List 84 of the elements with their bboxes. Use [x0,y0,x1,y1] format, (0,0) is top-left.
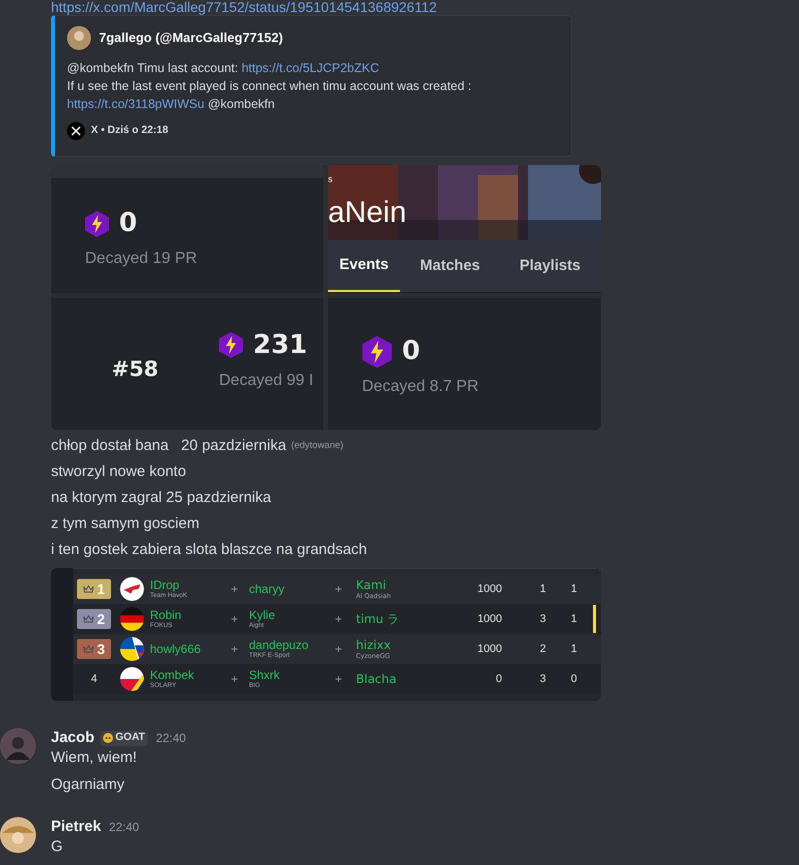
tweet-link[interactable]: https://t.co/3118pWIWSu [67,97,204,111]
tweet-text-line: https://t.co/3118pWIWSu @kombekfn [67,96,276,113]
decayed-label: Decayed 19 PR [85,249,198,269]
player-name[interactable]: howly666 [150,643,231,655]
player-name[interactable]: Kami [356,578,456,591]
points-cell-text: 1000 [476,582,502,597]
crown-icon [83,615,94,623]
player-name[interactable]: Robin [150,608,231,621]
crown-icon [83,645,94,653]
edited-label: (edytowane) [291,438,344,453]
tweet-text-line: @kombekfn Timu last account: https://t.co/5LJCP2bZKC [67,60,380,77]
message-text: z tym samym gosciem [51,514,200,534]
decayed-label: Decayed 8.7 PR [362,377,480,397]
plus-sign: + [231,581,240,598]
plus-sign: + [335,671,344,688]
message-text: i ten gostek zabiera slota blaszce na grandsach [51,540,368,560]
message-text: chłop dostał bana 20 pazdziernika [51,436,286,456]
plus-sign: + [231,641,240,658]
banner-text: s [328,173,332,186]
table-cell-text: 0 [570,672,577,687]
tweet-text-line: If u see the last event played is connect when timu account was created : [67,78,472,95]
points-cell-text: 1000 [476,612,502,627]
table-cell-text: 2 [538,642,546,657]
table-cell-text: 1 [570,642,577,657]
points-cell-text: 0 [494,672,502,687]
timestamp: 22:40 [109,819,140,836]
player-name[interactable]: IDrop [150,578,231,591]
avatar[interactable] [0,817,36,853]
tweet-author[interactable]: 7gallego (@MarcGalleg77152) [99,28,283,48]
player-name[interactable]: dandepuzo [249,638,335,651]
player-name[interactable]: Shxrk [249,668,335,681]
place-number: 2 [97,610,105,628]
player-name[interactable]: Kombek [150,668,231,681]
profile-tab[interactable]: Matches [400,240,500,292]
player-name[interactable]: Kylie [249,608,335,621]
message-text: G [51,837,64,857]
plus-sign: + [335,611,344,628]
message-text: na ktorym zagral 25 pazdziernika [51,488,272,508]
x-logo-icon [67,122,85,140]
plus-sign: + [335,581,344,598]
plus-sign: + [231,671,240,688]
plus-sign: + [335,641,344,658]
lightning-hexagon-icon [219,332,243,358]
author-avatar[interactable] [67,26,91,50]
crown-icon [83,585,94,593]
player-name[interactable]: Blacha [356,673,456,685]
table-cell-text: 1 [570,582,577,597]
table-cell-text: 1 [538,582,546,597]
tweet-footer: X • Dziś o 22:18 [91,123,168,139]
pr-value: 0 [119,207,138,240]
flag-icon [120,667,144,691]
pr-value: 231 [253,328,308,362]
username[interactable]: Jacob [51,726,94,750]
place-number: 1 [97,580,105,598]
points-cell-text: 1000 [476,642,502,657]
profile-tab[interactable]: Playlists [500,240,600,292]
player-name[interactable]: charyy [249,583,335,595]
table-cell-text: 3 [538,672,546,687]
player-name[interactable]: timu ラ [356,613,456,625]
place-number: 3 [97,640,105,658]
lightning-hexagon-icon [362,336,392,368]
message-text: Wiem, wiem! [51,748,138,768]
player-name: aNein [328,198,406,228]
timestamp: 22:40 [156,730,186,747]
tweet-link[interactable]: https://t.co/5LJCP2bZKC [242,61,380,75]
rank-value: #58 [110,356,160,384]
player-name[interactable]: hizixx [356,638,456,651]
lightning-hexagon-icon [85,210,109,236]
place-number: 4 [90,672,98,687]
flag-icon [120,607,144,631]
message-text: stworzyl nowe konto [51,462,186,482]
profile-tab[interactable]: Events [328,240,400,292]
pr-value: 0 [402,335,420,368]
table-cell-text: 1 [570,612,577,627]
flag-icon [120,637,144,661]
decayed-label: Decayed 99 I [219,370,314,390]
table-cell-text: 3 [538,612,546,627]
highlight-bar [593,605,596,633]
plus-sign: + [231,611,240,628]
username[interactable]: Pietrek [51,816,102,838]
message-text: Ogarniamy [51,775,126,795]
role-tag[interactable]: GOAT [100,730,148,746]
flag-icon [120,577,144,601]
tweet-link[interactable]: https://x.com/MarcGalleg77152/status/1951014541368926112 [51,0,799,15]
